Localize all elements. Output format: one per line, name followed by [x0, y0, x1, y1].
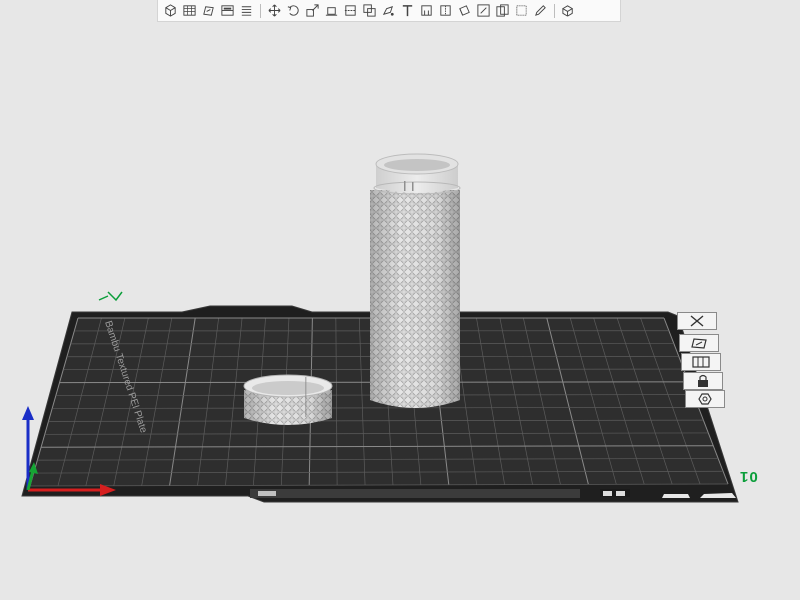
knurled-ring[interactable] [243, 374, 333, 425]
delete-plate-icon [690, 315, 704, 327]
plate-settings-button[interactable] [685, 390, 725, 408]
delete-plate-button[interactable] [677, 312, 717, 330]
list-button[interactable] [238, 2, 255, 19]
orient-button[interactable] [200, 2, 217, 19]
auto-orient-button[interactable] [679, 334, 719, 352]
auto-orient-icon [691, 338, 707, 349]
plate-green-marker [98, 291, 123, 302]
assembly-button[interactable] [560, 2, 577, 19]
plate-label-strip [250, 489, 580, 498]
paint-button[interactable] [380, 2, 397, 19]
plate-number[interactable]: 01 [739, 468, 758, 485]
lock-plate-icon [698, 374, 708, 387]
text-tool-button[interactable] [399, 2, 416, 19]
rotate-icon [287, 5, 299, 16]
lay-on-face-button[interactable] [323, 2, 340, 19]
pen-button[interactable] [532, 2, 549, 19]
measure-button[interactable] [456, 2, 473, 19]
add-object-button[interactable] [162, 2, 179, 19]
mesh-boolean-button[interactable] [361, 2, 378, 19]
split-view-icon [221, 5, 234, 16]
support-paint-button[interactable] [418, 2, 435, 19]
toolbar-separator [260, 3, 261, 18]
fuzzy-skin-button[interactable] [513, 2, 530, 19]
scene-canvas[interactable]: Bambu Textured PEI Plate [0, 0, 800, 600]
plate-settings-icon [698, 393, 712, 405]
seam-icon [440, 5, 451, 16]
orient-icon [203, 6, 214, 16]
toolbar-separator [554, 3, 555, 18]
arrange-grid-icon [183, 5, 196, 16]
move-icon [268, 4, 281, 17]
arrange-grid-button[interactable] [181, 2, 198, 19]
seam-button[interactable] [437, 2, 454, 19]
split-view-button[interactable] [219, 2, 236, 19]
scale-icon [306, 4, 319, 17]
arrange-button[interactable] [681, 353, 721, 371]
plate-logo-mark [258, 491, 276, 496]
fuzzy-skin-icon [516, 5, 527, 16]
cut-icon [344, 5, 357, 16]
knurled-tube[interactable] [370, 153, 461, 408]
list-icon [241, 6, 252, 16]
color-paint-button[interactable] [475, 2, 492, 19]
lock-plate-button[interactable] [683, 372, 723, 390]
pen-icon [535, 5, 546, 16]
copy-icon [496, 4, 509, 17]
support-paint-icon [421, 5, 432, 16]
assembly-icon [561, 5, 574, 17]
cut-button[interactable] [342, 2, 359, 19]
rotate-button[interactable] [285, 2, 302, 19]
copy-button[interactable] [494, 2, 511, 19]
move-button[interactable] [266, 2, 283, 19]
paint-icon [382, 6, 394, 16]
color-paint-icon [477, 4, 490, 17]
3d-viewport[interactable]: Bambu Textured PEI Plate 01 [0, 0, 800, 600]
measure-icon [459, 5, 470, 16]
scale-button[interactable] [304, 2, 321, 19]
mesh-boolean-icon [363, 4, 376, 17]
text-tool-icon [402, 5, 413, 17]
lay-on-face-icon [325, 7, 338, 16]
add-object-icon [165, 4, 176, 17]
arrange-icon [692, 356, 710, 368]
top-toolbar [157, 0, 621, 22]
